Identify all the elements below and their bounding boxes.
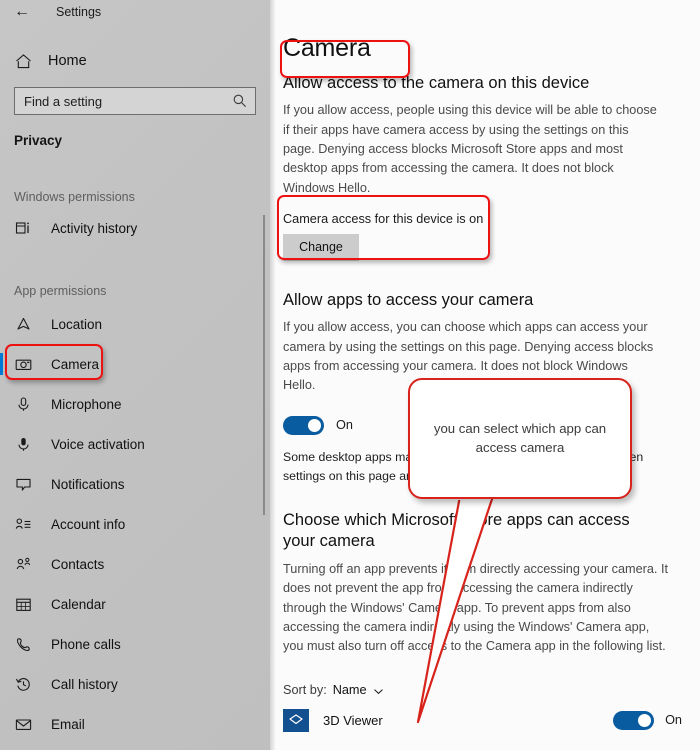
sidebar-group-heading-windows-permissions: Windows permissions: [14, 190, 135, 204]
calendar-icon: [14, 595, 33, 614]
app-access-toggle[interactable]: [613, 710, 655, 730]
sort-by-label: Sort by:: [283, 682, 327, 697]
sidebar-item-notifications[interactable]: Notifications: [0, 464, 270, 504]
search-input[interactable]: [24, 93, 232, 109]
email-icon: [14, 715, 33, 734]
store-apps-description: Turning off an app prevents it from dire…: [283, 562, 669, 654]
phone-calls-icon: [14, 635, 33, 654]
sidebar-item-account-info[interactable]: Account info: [0, 504, 270, 544]
search-box[interactable]: [14, 87, 256, 115]
apps-access-toggle[interactable]: [283, 415, 324, 435]
sort-by-value: Name: [332, 682, 367, 697]
change-button[interactable]: Change: [283, 233, 359, 261]
sidebar-item-location[interactable]: Location: [0, 304, 270, 344]
voice-activation-icon: [14, 435, 33, 454]
annotation-callout: you can select which app can access came…: [408, 378, 632, 499]
sidebar-item-phone-calls[interactable]: Phone calls: [0, 624, 270, 664]
sidebar-group-app-permissions: Location Camera Microphone Voice activat…: [0, 304, 270, 744]
app-toggle-label: On: [665, 713, 682, 728]
annotation-callout-text: you can select which app can access came…: [433, 420, 607, 455]
sidebar-item-label: Contacts: [51, 556, 105, 572]
sort-by-control[interactable]: Sort by: Name: [283, 683, 682, 697]
store-apps-heading: Choose which Microsoft Store apps can ac…: [283, 510, 630, 551]
apps-access-heading: Allow apps to access your camera: [283, 290, 534, 309]
sidebar-item-activity-history[interactable]: Activity history: [0, 208, 270, 248]
back-arrow-icon[interactable]: ←: [14, 4, 30, 20]
settings-window: ← Settings Home Privacy Windows perm: [0, 0, 700, 750]
home-icon: [14, 52, 32, 70]
sidebar-item-email[interactable]: Email: [0, 704, 270, 744]
app-toggle-row: On: [613, 710, 682, 730]
sidebar-item-contacts[interactable]: Contacts: [0, 544, 270, 584]
3d-viewer-app-icon: [283, 708, 309, 732]
sidebar: ← Settings Home Privacy Windows perm: [0, 0, 270, 750]
sidebar-group-windows-permissions: Activity history: [0, 208, 270, 248]
sidebar-item-label: Account info: [51, 516, 126, 532]
location-icon: [14, 315, 33, 334]
toggle-knob: [638, 713, 652, 727]
notifications-icon: [14, 475, 33, 494]
page-title: Camera: [283, 34, 371, 62]
account-info-icon: [14, 515, 33, 534]
sidebar-item-camera[interactable]: Camera: [0, 344, 270, 384]
camera-icon: [14, 355, 33, 374]
toggle-knob: [308, 418, 321, 432]
activity-history-icon: [14, 219, 33, 238]
contacts-icon: [14, 555, 33, 574]
sidebar-group-heading-app-permissions: App permissions: [14, 284, 107, 298]
sidebar-home-label: Home: [48, 53, 87, 69]
sidebar-item-label: Location: [51, 316, 103, 332]
sidebar-item-microphone[interactable]: Microphone: [0, 384, 270, 424]
microphone-icon: [14, 395, 33, 414]
main-content: Camera Allow access to the camera on thi…: [270, 0, 700, 750]
window-title-bar: ← Settings: [0, 0, 270, 24]
app-name: 3D Viewer: [323, 712, 383, 728]
call-history-icon: [14, 675, 33, 694]
app-title: Settings: [56, 5, 102, 19]
device-access-heading: Allow access to the camera on this devic…: [283, 74, 590, 92]
sidebar-item-label: Phone calls: [51, 636, 121, 652]
sidebar-item-label: Call history: [51, 676, 118, 692]
apps-access-toggle-label: On: [336, 418, 353, 433]
sidebar-item-call-history[interactable]: Call history: [0, 664, 270, 704]
sidebar-item-label: Email: [51, 716, 85, 732]
search-icon[interactable]: [232, 93, 248, 109]
sidebar-scrollbar-thumb[interactable]: [263, 215, 265, 515]
app-list-item-3d-viewer[interactable]: 3D Viewer On: [283, 708, 682, 732]
sidebar-item-voice-activation[interactable]: Voice activation: [0, 424, 270, 464]
sidebar-item-label: Notifications: [51, 476, 125, 492]
sidebar-category-title: Privacy: [14, 133, 63, 148]
device-access-status: Camera access for this device is on: [283, 211, 484, 226]
sidebar-item-label: Voice activation: [51, 436, 145, 452]
device-access-description: If you allow access, people using this d…: [283, 103, 657, 195]
sidebar-item-label: Activity history: [51, 220, 138, 236]
sidebar-item-label: Camera: [51, 356, 100, 372]
sidebar-item-calendar[interactable]: Calendar: [0, 584, 270, 624]
sidebar-item-label: Calendar: [51, 596, 106, 612]
chevron-down-icon[interactable]: [373, 684, 384, 695]
sidebar-item-label: Microphone: [51, 396, 122, 412]
sidebar-item-home[interactable]: Home: [0, 44, 270, 78]
